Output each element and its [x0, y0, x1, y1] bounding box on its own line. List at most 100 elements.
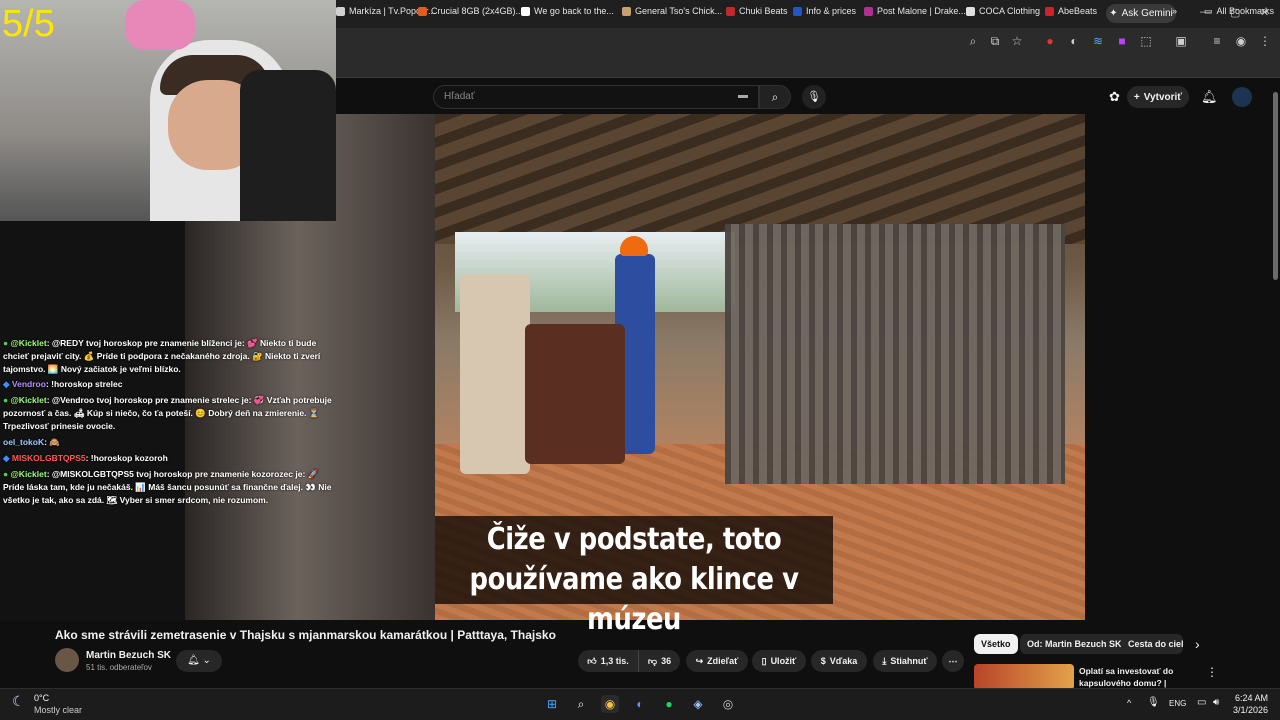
- thanks-icon: $: [820, 656, 826, 666]
- extension-opera-icon[interactable]: ●: [1043, 34, 1057, 48]
- more-icon: ⋯: [948, 655, 958, 666]
- search-icon: ⌕: [771, 90, 779, 104]
- sidepanel-icon[interactable]: ▣: [1174, 34, 1188, 48]
- video-title: Ako sme strávili zemetrasenie v Thajsku …: [55, 628, 556, 642]
- webcam-plush-toy: [125, 0, 195, 50]
- bookmark-item[interactable]: Info & prices: [793, 3, 856, 19]
- chat-message: ● @Kicklet: @REDY tvoj horoskop pre znam…: [3, 338, 321, 374]
- chevron-right-icon[interactable]: ›: [1195, 636, 1200, 652]
- clock-time[interactable]: 6:24 AM: [1232, 693, 1268, 703]
- reading-list-icon[interactable]: ≡: [1210, 34, 1224, 48]
- favicon-icon: [793, 6, 802, 16]
- discord-icon[interactable]: ◐: [631, 695, 649, 713]
- channel-subscriber-count: 51 tis. odberateľov: [86, 663, 152, 672]
- bookmark-item[interactable]: AbeBeats: [1045, 3, 1097, 19]
- thanks-button[interactable]: $ Vďaka: [811, 650, 867, 672]
- channel-avatar[interactable]: [55, 648, 79, 672]
- notifications-bell-icon[interactable]: 🔔︎: [1201, 89, 1218, 105]
- download-button[interactable]: ⤓ Stiahnuť: [873, 650, 937, 672]
- chat-message: ● @Kicklet: @MISKOLGBTQPS5 tvoj horoskop…: [3, 469, 332, 505]
- search-input[interactable]: Hľadať: [433, 85, 759, 109]
- zoom-icon[interactable]: ⌕: [966, 34, 980, 48]
- save-button[interactable]: ▯ Uložiť: [752, 650, 806, 672]
- microphone-tray-icon[interactable]: 🎙: [1147, 697, 1160, 708]
- bookmark-item[interactable]: We go back to the...: [521, 3, 614, 19]
- favicon-icon: [521, 6, 530, 16]
- keyboard-icon[interactable]: ▬: [738, 90, 748, 101]
- chip-all[interactable]: Všetko: [974, 634, 1018, 654]
- chat-message: oel_tokoK: 🙈: [3, 437, 60, 447]
- start-windows-icon[interactable]: ⊞: [543, 695, 561, 713]
- bookmark-icon: ▯: [761, 655, 767, 666]
- chat-message: ● @Kicklet: @Vendroo tvoj horoskop pre z…: [3, 395, 332, 431]
- obs-icon[interactable]: ◎: [719, 695, 737, 713]
- chip-from-channel[interactable]: Od: Martin Bezuch SK: [1020, 634, 1129, 654]
- dislike-button[interactable]: 👎︎ 36: [638, 650, 680, 672]
- bell-icon: 🔔︎: [187, 655, 200, 666]
- folder-icon: ▭: [1204, 5, 1213, 16]
- weather-moon-icon[interactable]: ☾: [12, 693, 25, 710]
- webcam-chair: [240, 70, 336, 221]
- ask-gemini-button[interactable]: ✦ Ask Gemini: [1106, 4, 1176, 23]
- favicon-icon: [966, 6, 975, 16]
- chrome-icon[interactable]: ◉: [601, 695, 619, 713]
- bookmark-star-icon[interactable]: ☆: [1010, 34, 1024, 48]
- extension-icon[interactable]: ◐: [1067, 34, 1081, 48]
- favicon-icon: [726, 6, 735, 16]
- bookmark-item[interactable]: COCA Clothing: [966, 3, 1040, 19]
- badge-icon: ◆: [3, 453, 10, 463]
- status-dot-icon: ●: [3, 469, 9, 479]
- language-indicator[interactable]: ENG: [1169, 699, 1186, 708]
- bookmark-item[interactable]: General Tso's Chick...: [622, 3, 722, 19]
- profile-avatar-icon[interactable]: ◉: [1234, 34, 1248, 48]
- weather-temperature[interactable]: 0°C: [34, 693, 49, 703]
- all-bookmarks-button[interactable]: ▭ All Bookmarks: [1204, 3, 1274, 19]
- more-bookmarks-icon[interactable]: »: [1172, 3, 1177, 19]
- recommended-menu-icon[interactable]: ⋮: [1206, 665, 1218, 679]
- chip-travel[interactable]: Cesta do cieľa: [1121, 634, 1183, 654]
- create-button[interactable]: + Vytvoriť: [1127, 86, 1189, 108]
- network-icon[interactable]: ▭: [1197, 697, 1206, 708]
- account-avatar[interactable]: [1232, 87, 1252, 107]
- video-scene-lectern: [525, 324, 625, 464]
- status-dot-icon: ●: [3, 338, 9, 348]
- taskbar-search-icon[interactable]: ⌕: [572, 695, 590, 713]
- scrollbar-thumb[interactable]: [1273, 92, 1278, 280]
- more-actions-button[interactable]: ⋯: [942, 650, 964, 672]
- install-icon[interactable]: ⧉: [988, 34, 1002, 48]
- like-button[interactable]: 👍︎ 1,3 tis.: [578, 650, 638, 672]
- status-dot-icon: ●: [3, 395, 9, 405]
- bookmark-item[interactable]: Crucial 8GB (2x4GB)...: [418, 3, 523, 19]
- video-scene-helmet: [620, 236, 648, 256]
- thumbs-up-icon: 👍︎: [587, 655, 597, 666]
- gemini-sparkle-icon[interactable]: ✿: [1109, 89, 1120, 105]
- ask-gemini-label: Ask Gemini: [1121, 8, 1173, 19]
- clock-date[interactable]: 3/1/2026: [1226, 705, 1268, 715]
- spotify-icon[interactable]: ●: [660, 695, 678, 713]
- extensions-puzzle-icon[interactable]: ⬚: [1139, 34, 1153, 48]
- bookmark-item[interactable]: Post Malone | Drake...: [864, 3, 966, 19]
- search-button[interactable]: ⌕: [759, 85, 791, 109]
- extension-audio-icon[interactable]: ≋: [1091, 34, 1105, 48]
- thumbs-down-icon: 👎︎: [647, 655, 658, 666]
- bookmark-item[interactable]: Chuki Beats: [726, 3, 788, 19]
- chat-message: ◆ MISKOLGBTQPS5: !horoskop kozoroh: [3, 453, 168, 463]
- stream-counter: 5/5: [2, 3, 55, 45]
- video-side-area: [1085, 114, 1270, 620]
- video-scene-wooden-model: [725, 224, 1065, 484]
- video-scene-visitors: [460, 274, 530, 474]
- voice-search-button[interactable]: 🎙: [802, 85, 826, 109]
- recommended-thumbnail[interactable]: [974, 664, 1074, 690]
- menu-kebab-icon[interactable]: ⋮: [1258, 34, 1272, 48]
- tray-chevron-icon[interactable]: ^: [1127, 698, 1131, 708]
- channel-name[interactable]: Martin Bezuch SK: [86, 650, 171, 661]
- share-button[interactable]: ↪ Zdieľať: [686, 650, 748, 672]
- favicon-icon: [864, 6, 873, 16]
- extension-twitch-icon[interactable]: ■: [1115, 34, 1129, 48]
- favicon-icon: [1045, 6, 1054, 16]
- volume-icon[interactable]: 🔊︎: [1213, 697, 1219, 708]
- favicon-icon: [622, 6, 631, 16]
- subscription-bell-button[interactable]: 🔔︎ ⌄: [176, 650, 222, 672]
- steam-icon[interactable]: ◈: [689, 695, 707, 713]
- weather-description[interactable]: Mostly clear: [34, 705, 82, 715]
